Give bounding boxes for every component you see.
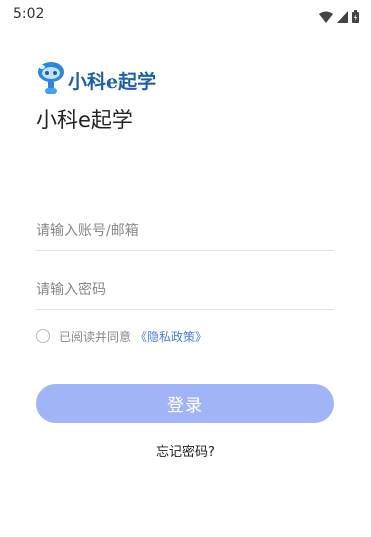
agreement-row: 已阅读并同意 《隐私政策》 <box>36 326 207 346</box>
battery-icon <box>352 8 359 27</box>
agreement-checkbox[interactable] <box>36 329 50 343</box>
password-input[interactable] <box>36 275 334 305</box>
status-icons <box>319 8 359 27</box>
status-bar: 5:02 <box>0 0 371 30</box>
privacy-policy-link[interactable]: 《隐私政策》 <box>135 328 207 345</box>
wifi-icon <box>319 8 333 27</box>
status-time: 5:02 <box>13 6 45 22</box>
app-title: 小科e起学 <box>36 108 133 132</box>
forgot-password-link[interactable]: 忘记密码? <box>0 441 371 460</box>
signal-icon <box>337 8 348 27</box>
agreement-text: 已阅读并同意 <box>59 329 132 344</box>
app-logo: 小科e起学 <box>36 62 166 98</box>
logo-text: 小科e起学 <box>68 70 157 93</box>
account-input[interactable] <box>36 216 334 246</box>
robot-mascot-icon <box>36 61 66 99</box>
account-field <box>36 216 334 251</box>
password-field <box>36 275 334 310</box>
login-button[interactable]: 登录 <box>36 384 334 423</box>
